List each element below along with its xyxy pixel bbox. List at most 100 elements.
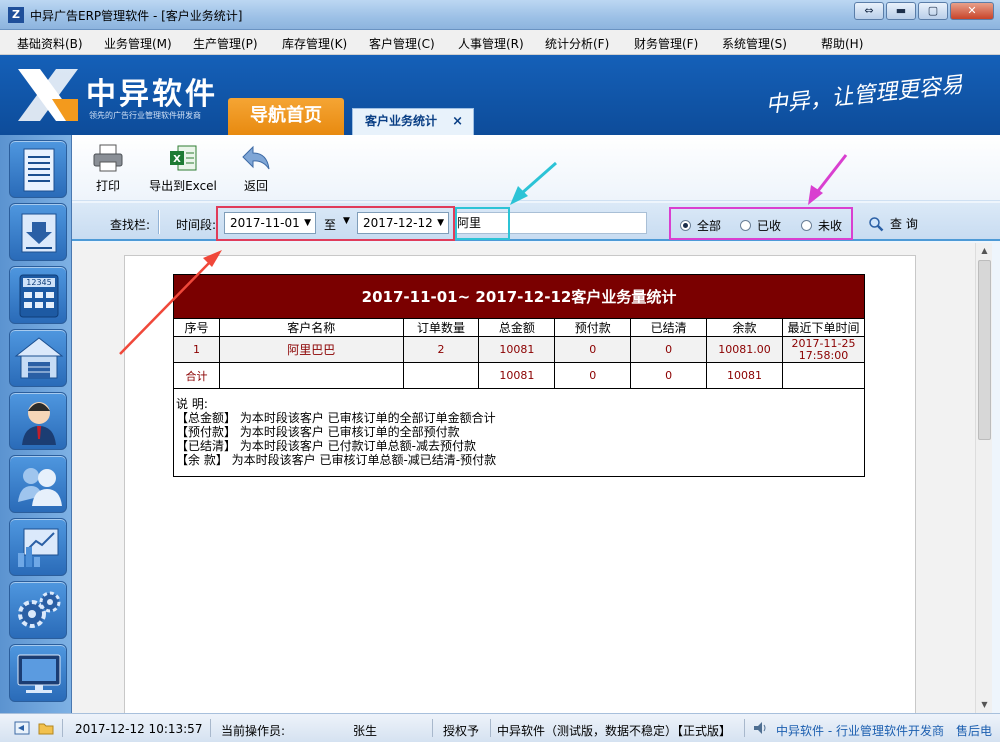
- menu-production[interactable]: 生产管理(P): [193, 35, 258, 52]
- menu-customer[interactable]: 客户管理(C): [369, 35, 435, 52]
- scroll-up-icon[interactable]: ▲: [976, 243, 993, 259]
- status-datetime: 2017-12-12 10:13:57: [75, 722, 203, 736]
- menu-business[interactable]: 业务管理(M): [104, 35, 172, 52]
- report-notes: 说 明: 【总金额】 为本时段该客户 已审核订单的全部订单金额合计 【预付款】 …: [173, 388, 865, 477]
- window-controls: ⇔ ▬ ▢ ✕: [854, 2, 994, 20]
- left-sidebar: 12345: [0, 135, 72, 713]
- radio-all[interactable]: 全部: [680, 217, 721, 234]
- company-logo-icon: [18, 69, 78, 121]
- summary-label: 合计: [173, 362, 220, 389]
- summary-prepaid: 0: [554, 362, 632, 389]
- status-divider: [432, 719, 433, 737]
- query-label: 查 询: [890, 217, 918, 231]
- menu-finance[interactable]: 财务管理(F): [634, 35, 698, 52]
- license-text: 中异软件（测试版，数据不稳定）【正式版】: [497, 724, 732, 738]
- scroll-thumb[interactable]: [978, 260, 991, 440]
- menu-inventory[interactable]: 库存管理(K): [282, 35, 347, 52]
- sidebar-settings-button[interactable]: [9, 581, 67, 639]
- note-line: 【预付款】 为本时段该客户 已审核订单的全部预付款: [176, 425, 460, 439]
- menu-bar: 基础资料(B) 业务管理(M) 生产管理(P) 库存管理(K) 客户管理(C) …: [0, 30, 1000, 55]
- sidebar-warehouse-button[interactable]: [9, 329, 67, 387]
- sidebar-users-button[interactable]: [9, 455, 67, 513]
- status-divider: [490, 719, 491, 737]
- tab-customer-stats[interactable]: 客户业务统计 ×: [352, 108, 474, 135]
- folder-icon[interactable]: [38, 720, 54, 736]
- sidebar-inbound-button[interactable]: [9, 203, 67, 261]
- menu-statistics[interactable]: 统计分析(F): [545, 35, 609, 52]
- toolbar: 打印 X 导出到Excel 返回: [72, 135, 1000, 201]
- nav-home-tab[interactable]: 导航首页: [228, 98, 344, 135]
- col-header: 序号: [173, 318, 220, 337]
- summary-empty: [402, 362, 480, 389]
- sidebar-calculator-button[interactable]: 12345: [9, 266, 67, 324]
- operator-label: 当前操作员:: [221, 724, 286, 738]
- slogan: 中异，让管理更容易: [764, 72, 965, 119]
- window-title: 中异广告ERP管理软件 - [客户业务统计]: [30, 9, 243, 23]
- restore-swap-button[interactable]: ⇔: [854, 2, 884, 20]
- summary-settled: 0: [630, 362, 708, 389]
- print-button[interactable]: 打印: [90, 143, 126, 194]
- menu-hr[interactable]: 人事管理(R): [458, 35, 524, 52]
- exit-icon[interactable]: [14, 720, 30, 736]
- period-label: 时间段:: [176, 218, 217, 232]
- company-link[interactable]: 中异软件 - 行业管理软件开发商: [776, 722, 944, 739]
- scroll-down-icon[interactable]: ▼: [976, 697, 993, 713]
- menu-basic-data[interactable]: 基础资料(B): [17, 35, 83, 52]
- search-bar-label: 查找栏:: [110, 218, 151, 232]
- date-range-highlight: [216, 206, 455, 241]
- svg-text:X: X: [173, 154, 181, 165]
- maximize-button[interactable]: ▢: [918, 2, 948, 20]
- after-sales-link[interactable]: 售后电: [956, 722, 992, 739]
- document-icon: [23, 148, 55, 192]
- radio-received-label: 已收: [757, 219, 782, 233]
- customer-service-icon: [22, 402, 56, 445]
- table-row: 1 阿里巴巴 2 10081 0 0 10081.00 2017-11-25 1…: [173, 336, 865, 363]
- monitor-icon: [17, 654, 61, 693]
- sidebar-monitor-button[interactable]: [9, 644, 67, 702]
- customer-input-highlight: [455, 207, 510, 240]
- radio-unreceived[interactable]: 未收: [801, 217, 842, 234]
- summary-row: 合计 10081 0 0 10081: [173, 362, 865, 389]
- excel-icon: X: [170, 145, 197, 171]
- speaker-icon[interactable]: [752, 720, 768, 736]
- report-title: 2017-11-01~ 2017-12-12客户业务量统计: [173, 274, 865, 319]
- minimize-button[interactable]: ▬: [886, 2, 916, 20]
- cell-last-time: 17:58:00: [798, 348, 849, 362]
- sidebar-customer-service-button[interactable]: [9, 392, 67, 450]
- header-banner: 中异软件 领先的广告行业管理软件研发商 中异，让管理更容易 导航首页 客户业务统…: [0, 55, 1000, 135]
- menu-help[interactable]: 帮助(H): [821, 35, 863, 52]
- back-button[interactable]: 返回: [238, 143, 274, 194]
- close-button[interactable]: ✕: [950, 2, 994, 20]
- status-divider: [62, 719, 63, 737]
- brand-tagline: 领先的广告行业管理软件研发商: [89, 111, 201, 120]
- tab-label: 客户业务统计: [365, 114, 438, 128]
- col-header: 预付款: [554, 318, 632, 337]
- cell-customer-name: 阿里巴巴: [218, 336, 404, 363]
- menu-system[interactable]: 系统管理(S): [722, 35, 787, 52]
- brand-name: 中异软件: [86, 77, 218, 112]
- radio-selected-icon: [680, 220, 691, 231]
- title-bar: Z 中异广告ERP管理软件 - [客户业务统计] ⇔ ▬ ▢ ✕: [0, 0, 1000, 30]
- radio-all-label: 全部: [697, 219, 722, 233]
- radio-received[interactable]: 已收: [740, 217, 781, 234]
- print-label: 打印: [95, 179, 120, 193]
- cell-no: 1: [173, 336, 220, 363]
- cell-prepaid: 0: [554, 336, 632, 363]
- sidebar-document-button[interactable]: [9, 140, 67, 198]
- col-header: 最近下单时间: [782, 318, 865, 337]
- summary-empty: [218, 362, 404, 389]
- summary-total: 10081: [478, 362, 556, 389]
- radio-unselected-icon: [740, 220, 751, 231]
- cell-settled: 0: [630, 336, 708, 363]
- sidebar-statistics-button[interactable]: [9, 518, 67, 576]
- search-icon: [869, 216, 884, 231]
- gears-icon: [18, 591, 61, 628]
- printer-icon: [93, 144, 123, 172]
- query-button[interactable]: 查 询: [868, 215, 918, 232]
- radio-unselected-icon: [801, 220, 812, 231]
- export-excel-button[interactable]: X 导出到Excel: [148, 143, 218, 194]
- cell-orders: 2: [402, 336, 480, 363]
- vertical-scrollbar[interactable]: ▲ ▼: [975, 243, 992, 713]
- summary-empty: [782, 362, 865, 389]
- tab-close-icon[interactable]: ×: [452, 109, 463, 134]
